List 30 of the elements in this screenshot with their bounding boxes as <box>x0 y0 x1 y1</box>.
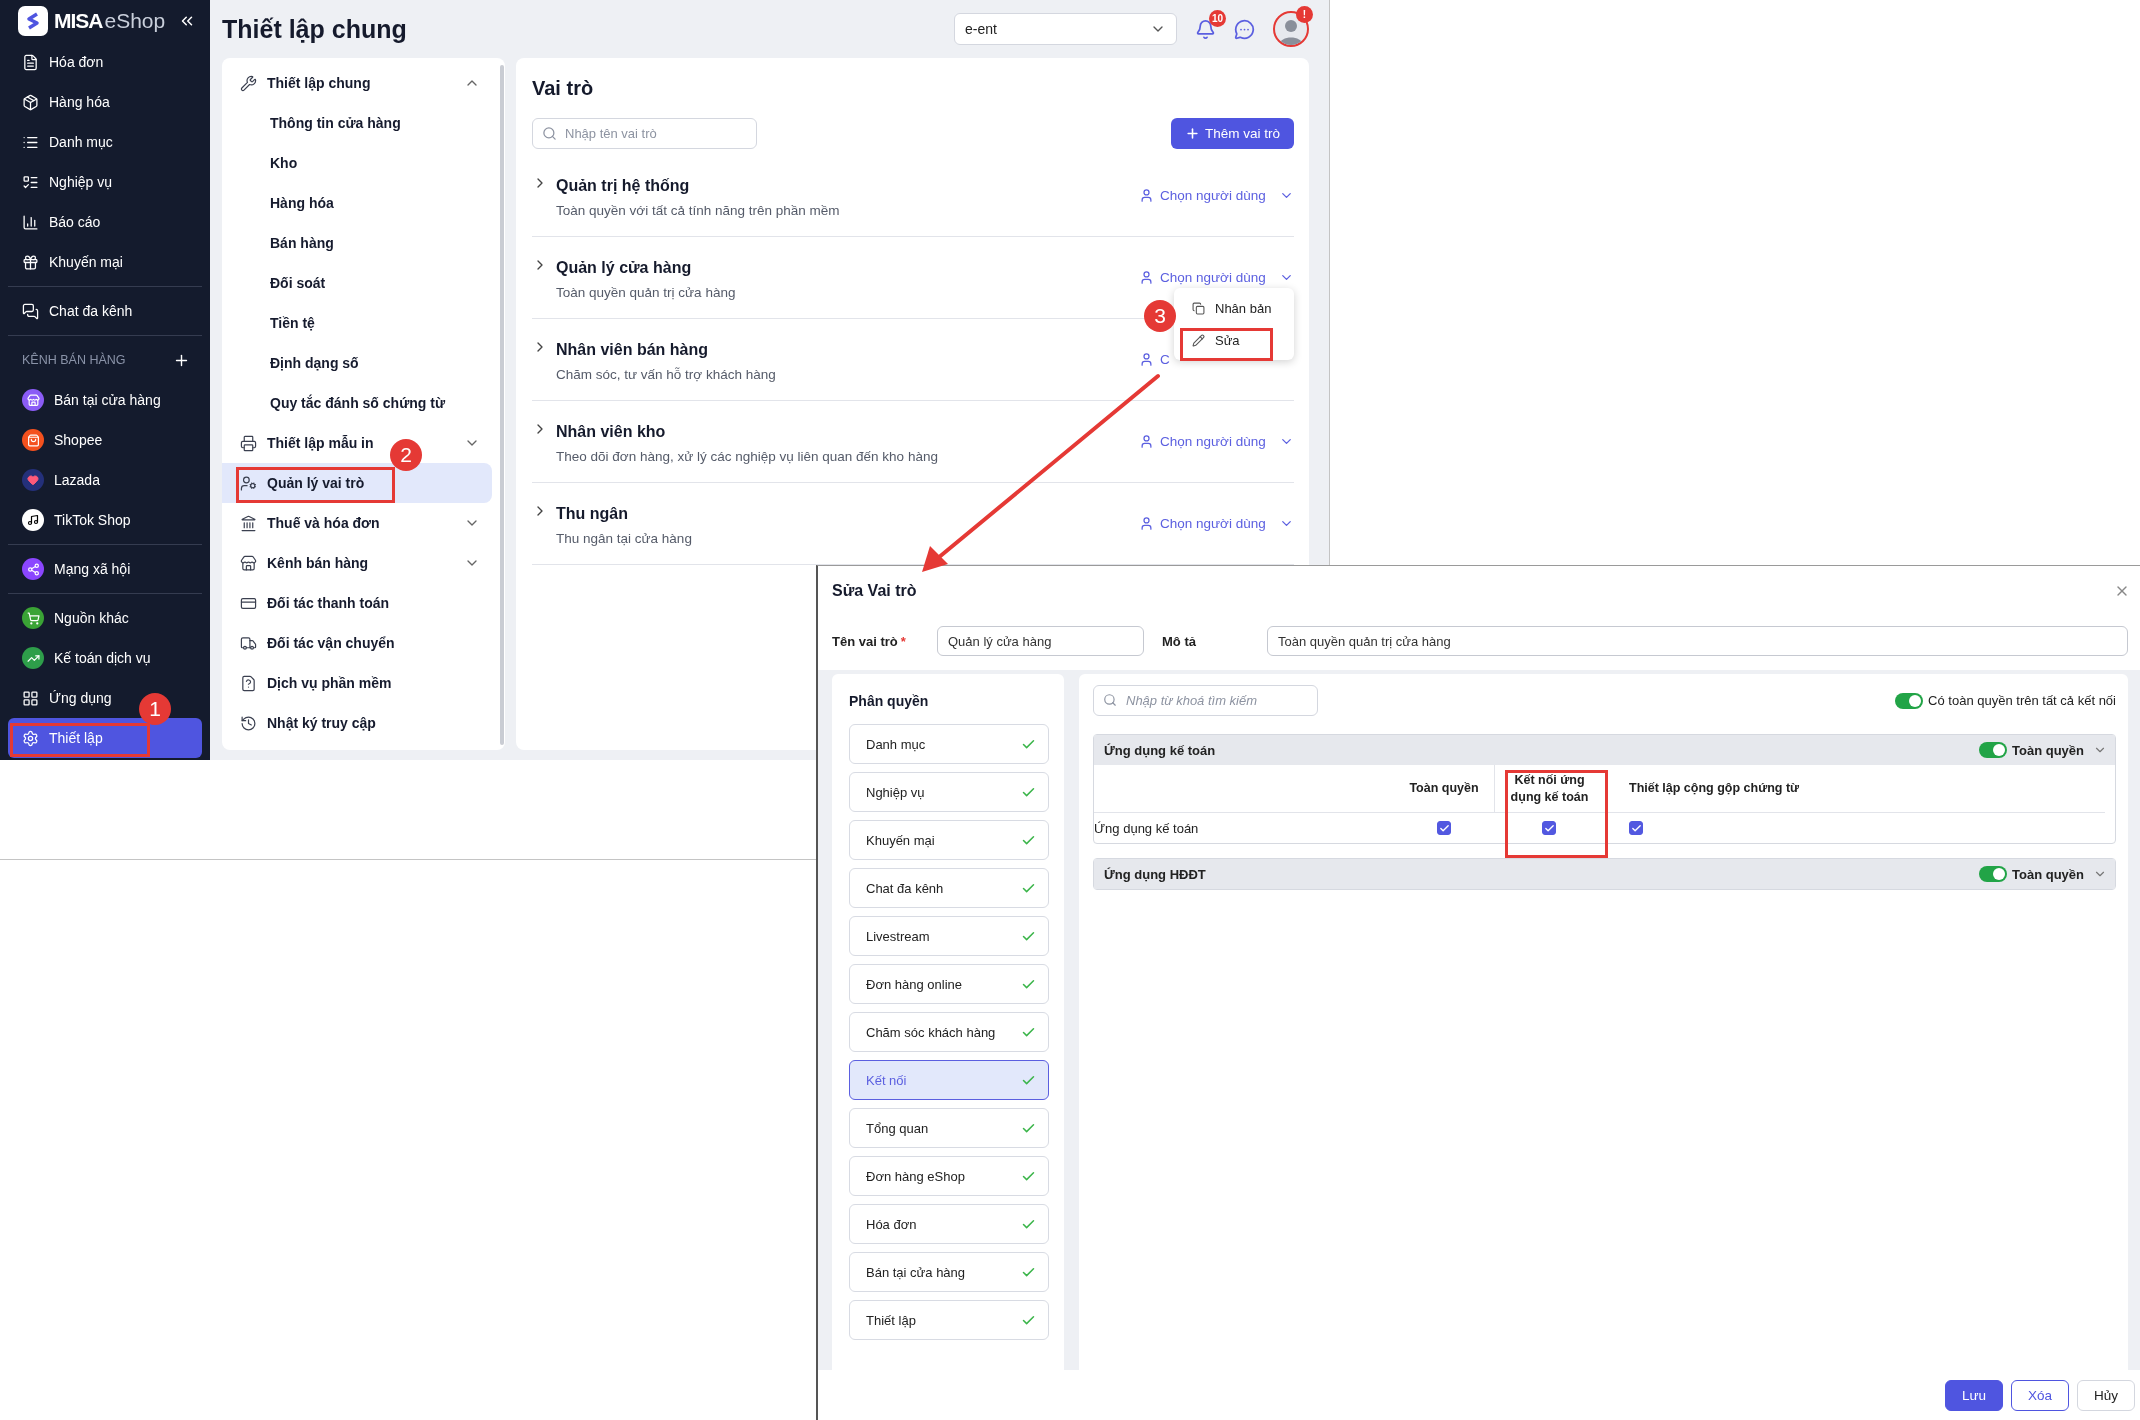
field-label: Tên vai trò * <box>832 633 907 649</box>
table-cell-text: Ứng dụng kế toán <box>1094 819 1200 838</box>
column-header: Thiết lập cộng gộp chứng từ <box>1604 765 2105 813</box>
brand-name: MISA <box>54 9 103 33</box>
role-name: Quản trị hệ thống <box>556 177 691 195</box>
panel-title: Phân quyền <box>849 692 930 711</box>
toggle-label: Có toàn quyền trên tất cả kết nối <box>1928 693 2116 708</box>
role-description: Toàn quyền quản trị cửa hàng <box>556 285 737 300</box>
column-header: Toàn quyền <box>1394 765 1494 813</box>
role-description: Chăm sóc, tư vấn hỗ trợ khách hàng <box>556 367 777 382</box>
section-title: Ứng dụng kế toán <box>1104 742 1216 758</box>
page-title: Thiết lập chung <box>222 14 407 44</box>
role-name: Quản lý cửa hàng <box>556 259 693 277</box>
column-header: Kết nối ứng dụng kế toán <box>1494 765 1604 813</box>
dialog-title: Sửa Vai trò <box>832 582 917 600</box>
toggle-label: Toàn quyền <box>2012 866 2084 882</box>
field-label: Mô tả <box>1162 633 1197 649</box>
panel-title: Vai trò <box>532 75 595 101</box>
role-description: Theo dõi đơn hàng, xử lý các nghiệp vụ liên quan đến kho hàng <box>556 449 939 464</box>
role-name: Nhân viên kho <box>556 423 667 441</box>
role-name: Nhân viên bán hàng <box>556 341 709 359</box>
alert-badge: ! <box>1296 6 1313 23</box>
section-title: Ứng dụng HĐĐT <box>1104 866 1206 882</box>
role-description: Thu ngân tại cửa hàng <box>556 531 693 546</box>
section-title: KÊNH BÁN HÀNG <box>22 353 126 367</box>
notification-badge: 10 <box>1208 9 1226 27</box>
brand-suffix: eShop <box>104 9 167 33</box>
toggle-label: Toàn quyền <box>2012 742 2084 758</box>
role-description: Toàn quyền với tất cả tính năng trên phần mềm <box>556 203 841 218</box>
role-name: Thu ngân <box>556 505 629 523</box>
